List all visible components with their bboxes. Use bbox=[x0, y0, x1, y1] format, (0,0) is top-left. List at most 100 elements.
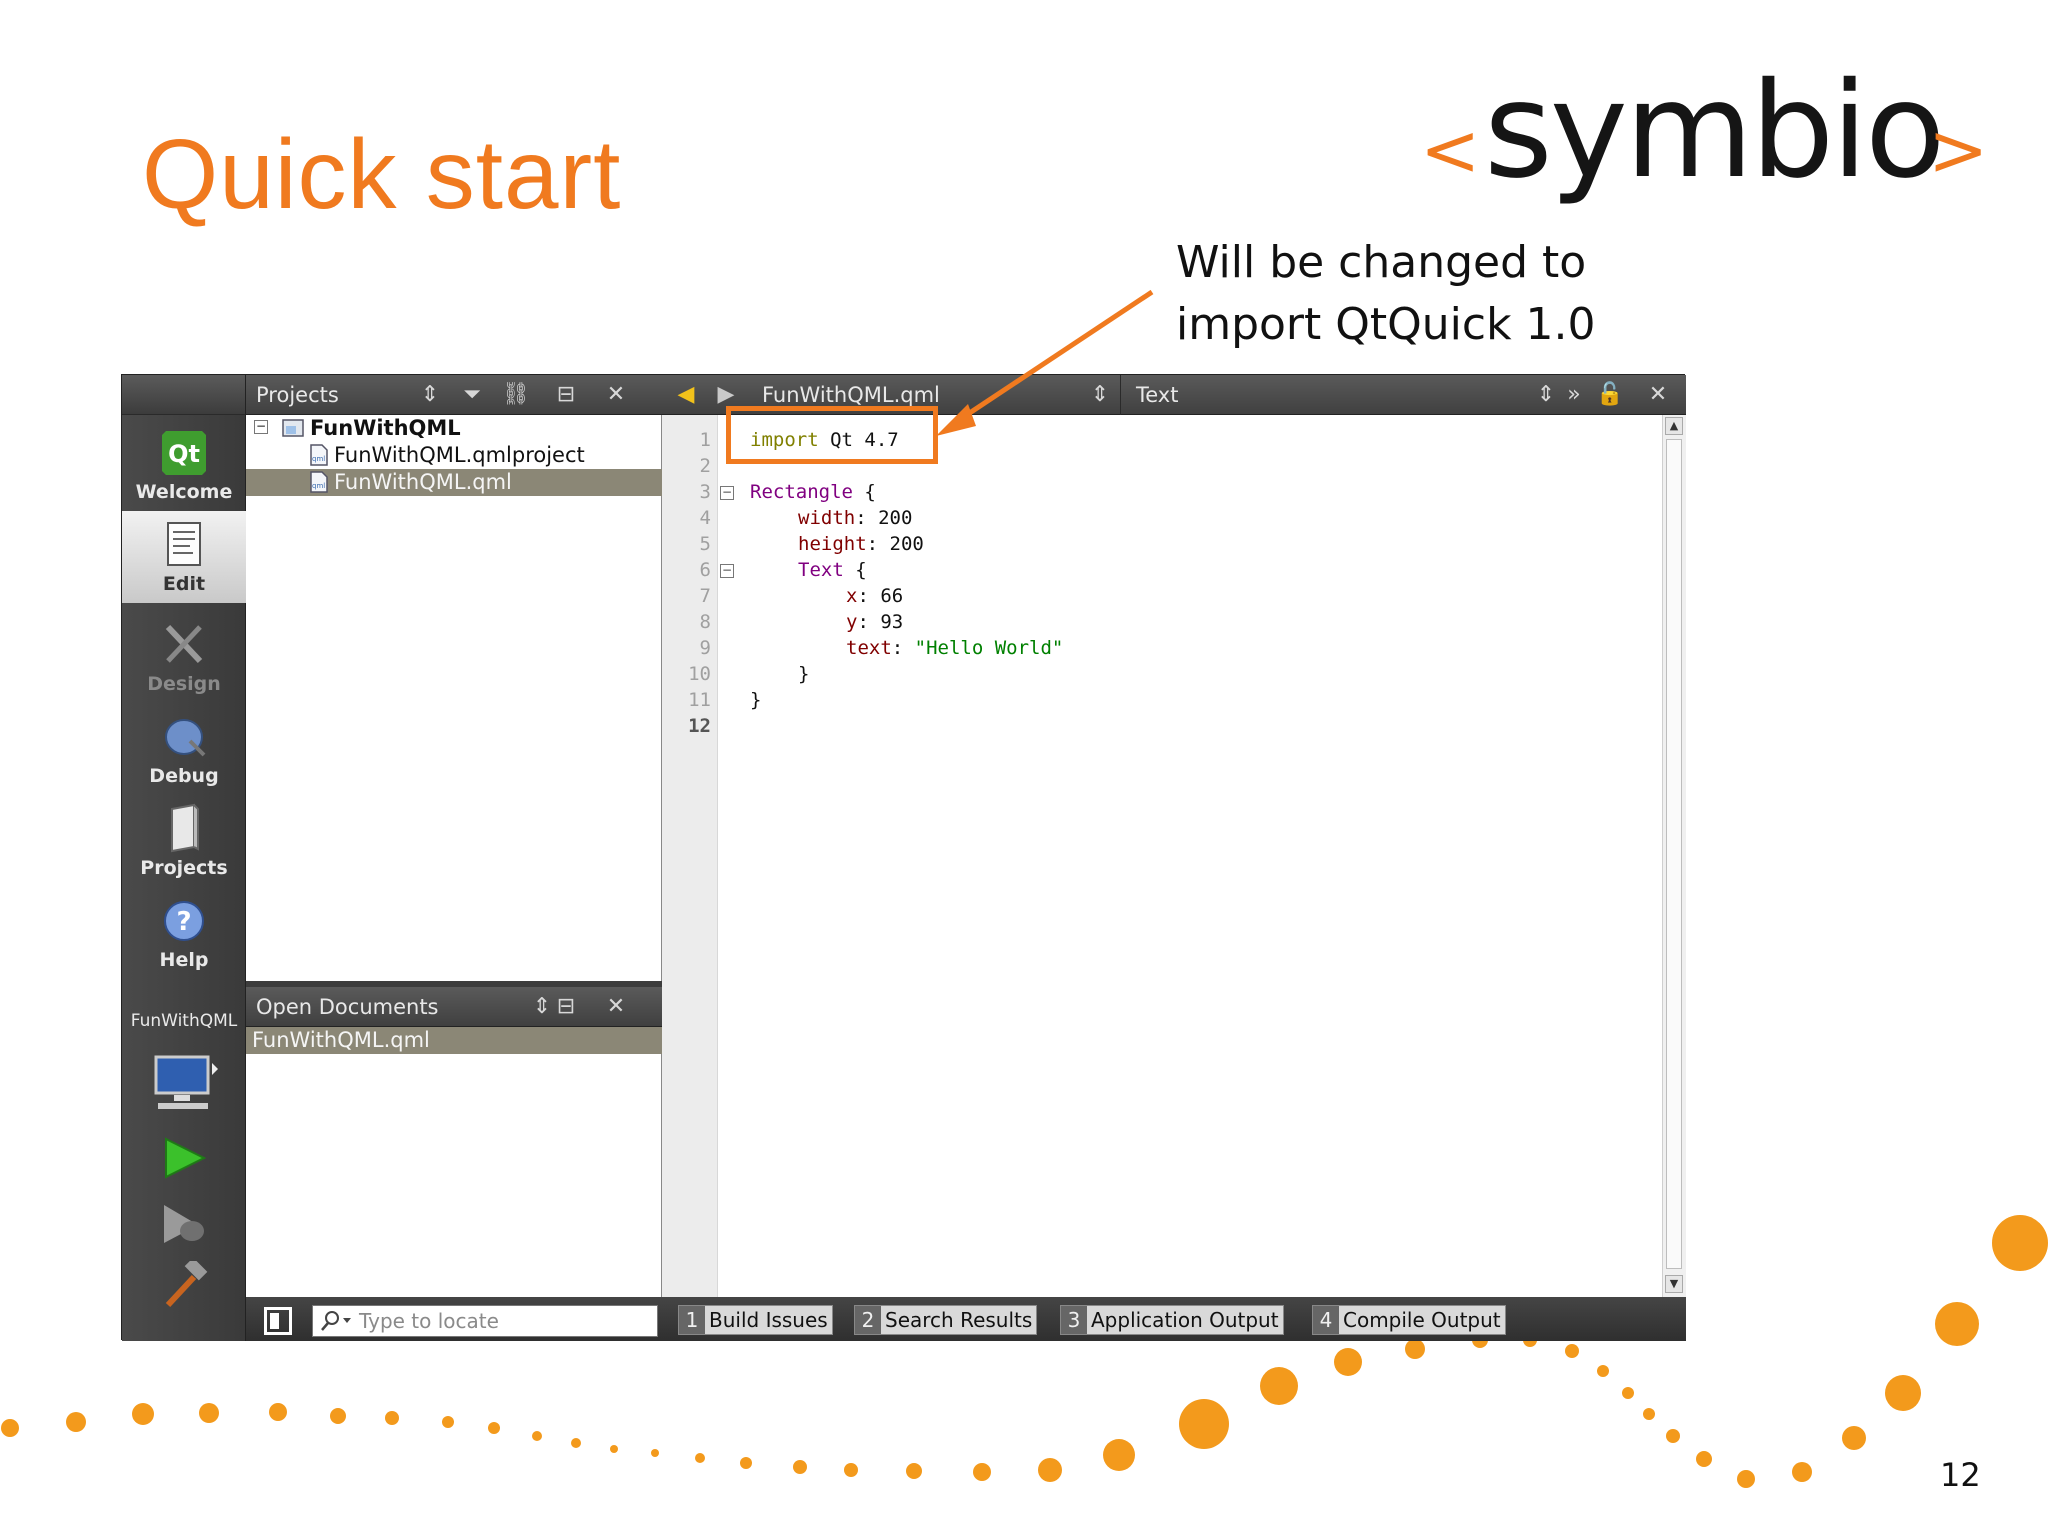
token-property: text bbox=[846, 637, 892, 659]
view-selector-updown-icon[interactable]: ⇕ bbox=[416, 381, 444, 409]
callout-line-2: import QtQuick 1.0 bbox=[1176, 299, 1596, 350]
scroll-up-icon[interactable]: ▲ bbox=[1665, 417, 1683, 435]
mode-design[interactable]: Design bbox=[122, 611, 246, 701]
search-icon bbox=[321, 1311, 351, 1331]
logo-right-bracket: > bbox=[1928, 108, 1989, 192]
open-documents-title[interactable]: Open Documents bbox=[256, 995, 439, 1019]
mode-projects[interactable]: Projects bbox=[122, 795, 246, 885]
code-line-9: text: "Hello World" bbox=[846, 637, 1063, 659]
toggle-sidebar-icon[interactable] bbox=[264, 1307, 292, 1335]
svg-text:?: ? bbox=[176, 907, 191, 937]
output-tab-application-output[interactable]: 3 Application Output bbox=[1060, 1305, 1284, 1335]
qmlproject-file-icon: qml bbox=[310, 444, 328, 466]
page-number: 12 bbox=[1940, 1456, 1981, 1494]
mode-label: Design bbox=[147, 673, 221, 695]
mode-debug[interactable]: Debug bbox=[122, 703, 246, 793]
code-line-5: height: 200 bbox=[798, 533, 924, 555]
open-document-item[interactable]: FunWithQML.qml bbox=[246, 1027, 662, 1054]
tab-number: 3 bbox=[1061, 1306, 1087, 1334]
svg-text:qml: qml bbox=[312, 482, 325, 490]
mode-help[interactable]: ? Help bbox=[122, 887, 246, 977]
open-documents-header: Open Documents ⇕ ⊟ ✕ bbox=[246, 987, 662, 1027]
close-pane-icon[interactable]: ✕ bbox=[602, 381, 630, 409]
split-pane-icon[interactable]: ⊟ bbox=[552, 381, 580, 409]
fold-marker-icon[interactable]: − bbox=[720, 564, 734, 578]
token-type: Text bbox=[798, 559, 844, 581]
projects-pane-title[interactable]: Projects bbox=[256, 383, 339, 407]
editor-file-name[interactable]: FunWithQML.qml bbox=[762, 383, 940, 407]
symbol-dropdown-updown-icon[interactable]: ⇕ bbox=[1532, 381, 1560, 409]
target-selector-monitor-icon[interactable] bbox=[152, 1055, 218, 1115]
code-line-11: } bbox=[750, 689, 762, 711]
build-hammer-icon[interactable] bbox=[160, 1261, 208, 1311]
line-number-current: 12 bbox=[688, 715, 711, 737]
svg-text:Qt: Qt bbox=[168, 440, 200, 468]
line-number: 11 bbox=[688, 689, 711, 711]
mode-label: Projects bbox=[140, 857, 228, 879]
token-text: : bbox=[891, 637, 915, 659]
start-debugging-icon[interactable] bbox=[160, 1201, 208, 1247]
close-pane-icon[interactable]: ✕ bbox=[602, 993, 630, 1021]
output-tab-search-results[interactable]: 2 Search Results bbox=[854, 1305, 1038, 1335]
line-number: 5 bbox=[699, 533, 711, 555]
link-with-editor-icon[interactable]: ⛓ bbox=[502, 381, 530, 409]
tree-item-qml-file[interactable]: qml FunWithQML.qml bbox=[246, 469, 662, 496]
code-line-7: x: 66 bbox=[846, 585, 903, 607]
target-project-label: FunWithQML bbox=[130, 1011, 238, 1031]
line-number: 7 bbox=[699, 585, 711, 607]
navigate-back-icon[interactable]: ◀ bbox=[672, 381, 700, 409]
output-tab-compile-output[interactable]: 4 Compile Output bbox=[1312, 1305, 1506, 1335]
open-documents-list: FunWithQML.qml bbox=[246, 1027, 662, 1297]
mode-selector: Qt Welcome Edit Design Debug Projects ? … bbox=[122, 375, 246, 1341]
callout-line-1: Will be changed to bbox=[1176, 237, 1587, 288]
projects-pane-header: Projects ⇕ ⏷ ⛓ ⊟ ✕ bbox=[246, 375, 662, 415]
token-type: Rectangle bbox=[750, 481, 853, 503]
run-play-icon[interactable] bbox=[162, 1135, 206, 1181]
symbio-logo: < symbio > bbox=[1420, 54, 1988, 230]
navigate-forward-icon[interactable]: ▶ bbox=[712, 381, 740, 409]
editor-scrollbar[interactable]: ▲ ▼ bbox=[1662, 415, 1686, 1297]
import-line-highlight bbox=[726, 406, 938, 464]
fold-marker-icon[interactable]: − bbox=[720, 486, 734, 500]
slide-title: Quick start bbox=[142, 119, 622, 229]
token-property: y bbox=[846, 611, 858, 633]
tab-number: 2 bbox=[855, 1306, 881, 1334]
mode-edit[interactable]: Edit bbox=[122, 511, 246, 603]
scrollbar-thumb[interactable] bbox=[1666, 439, 1682, 1269]
split-pane-icon[interactable]: ⊟ bbox=[552, 993, 580, 1021]
tree-item-project[interactable]: − FunWithQML bbox=[246, 415, 662, 442]
token-property: x bbox=[846, 585, 858, 607]
locator-input[interactable]: Type to locate bbox=[312, 1305, 658, 1337]
projects-book-icon bbox=[171, 803, 199, 853]
symbol-selector[interactable]: Text bbox=[1136, 383, 1178, 407]
line-number: 3 bbox=[699, 481, 711, 503]
filter-icon[interactable]: ⏷ bbox=[458, 381, 486, 409]
close-editor-icon[interactable]: ✕ bbox=[1644, 381, 1672, 409]
tree-item-label: FunWithQML.qml bbox=[334, 470, 512, 494]
scroll-down-icon[interactable]: ▼ bbox=[1665, 1275, 1683, 1293]
line-number: 10 bbox=[688, 663, 711, 685]
tab-label: Build Issues bbox=[709, 1308, 828, 1332]
code-line-10: } bbox=[798, 663, 810, 685]
help-question-icon: ? bbox=[164, 901, 204, 941]
line-number: 8 bbox=[699, 611, 711, 633]
collapse-toggle-icon[interactable]: − bbox=[254, 420, 268, 434]
tree-item-label: FunWithQML bbox=[310, 416, 461, 440]
more-chevrons-icon[interactable]: » bbox=[1560, 381, 1588, 409]
line-number: 9 bbox=[699, 637, 711, 659]
qt-logo-icon: Qt bbox=[162, 431, 206, 475]
mode-label: Help bbox=[159, 949, 209, 971]
output-tab-build-issues[interactable]: 1 Build Issues bbox=[678, 1305, 833, 1335]
token-text: : 200 bbox=[855, 507, 913, 529]
code-editor[interactable]: 1 2 3 4 5 6 7 8 9 10 11 12 − − import Qt… bbox=[662, 415, 1686, 1297]
file-dropdown-updown-icon[interactable]: ⇕ bbox=[1086, 381, 1114, 409]
mode-welcome[interactable]: Qt Welcome bbox=[122, 419, 246, 509]
code-line-8: y: 93 bbox=[846, 611, 903, 633]
tab-number: 1 bbox=[679, 1306, 705, 1334]
tree-item-qmlproject[interactable]: qml FunWithQML.qmlproject bbox=[246, 442, 662, 469]
mode-label: Debug bbox=[149, 765, 219, 787]
tab-label: Search Results bbox=[885, 1308, 1033, 1332]
tab-label: Application Output bbox=[1091, 1308, 1279, 1332]
debug-bug-icon bbox=[165, 719, 206, 757]
lock-icon[interactable]: 🔓 bbox=[1596, 381, 1624, 409]
